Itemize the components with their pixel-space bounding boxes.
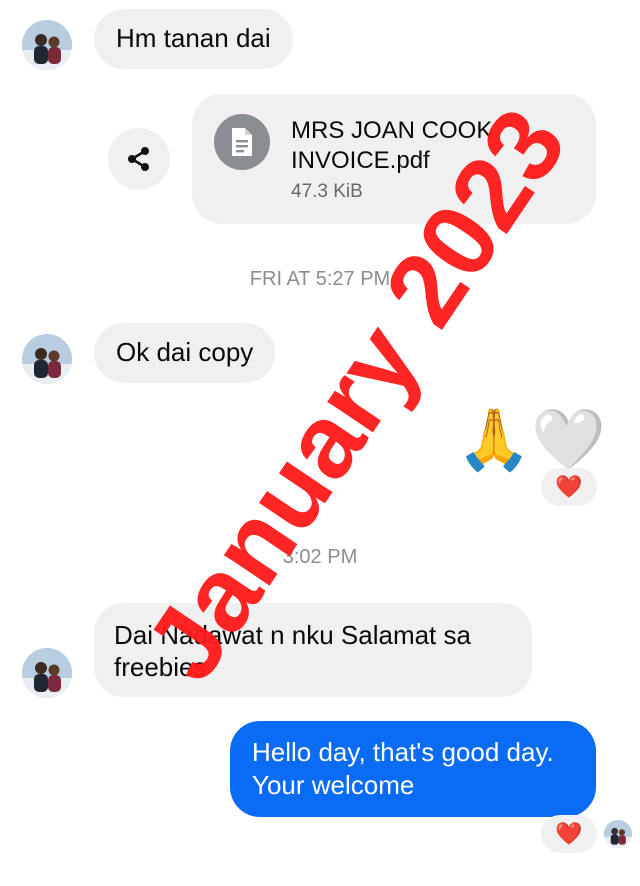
message-text: Hm tanan dai xyxy=(116,23,271,53)
document-icon xyxy=(214,114,270,170)
reaction-badge[interactable]: ❤️ xyxy=(541,468,597,506)
seen-avatar xyxy=(604,820,632,848)
share-button[interactable] xyxy=(108,128,170,190)
share-icon xyxy=(128,147,149,171)
timestamp: FRI AT 5:27 PM xyxy=(249,268,391,290)
contact-avatar[interactable] xyxy=(22,20,72,70)
emoji-message[interactable]: 🙏🤍 xyxy=(456,404,606,476)
message-text: Hello day, that's good day. Your welcome xyxy=(252,737,554,800)
reaction-badge[interactable]: ❤️ xyxy=(541,815,597,853)
contact-avatar[interactable] xyxy=(22,648,72,698)
incoming-message-bubble[interactable]: Ok dai copy xyxy=(94,323,276,383)
contact-avatar[interactable] xyxy=(22,334,72,384)
message-text: Ok dai copy xyxy=(116,337,254,367)
incoming-message-bubble[interactable]: Hm tanan dai xyxy=(94,9,293,69)
heart-icon: ❤️ xyxy=(555,474,583,499)
heart-icon: ❤️ xyxy=(555,821,583,846)
outgoing-message-bubble[interactable]: Hello day, that's good day. Your welcome xyxy=(230,721,596,817)
file-size: 47.3 KiB xyxy=(291,181,363,202)
